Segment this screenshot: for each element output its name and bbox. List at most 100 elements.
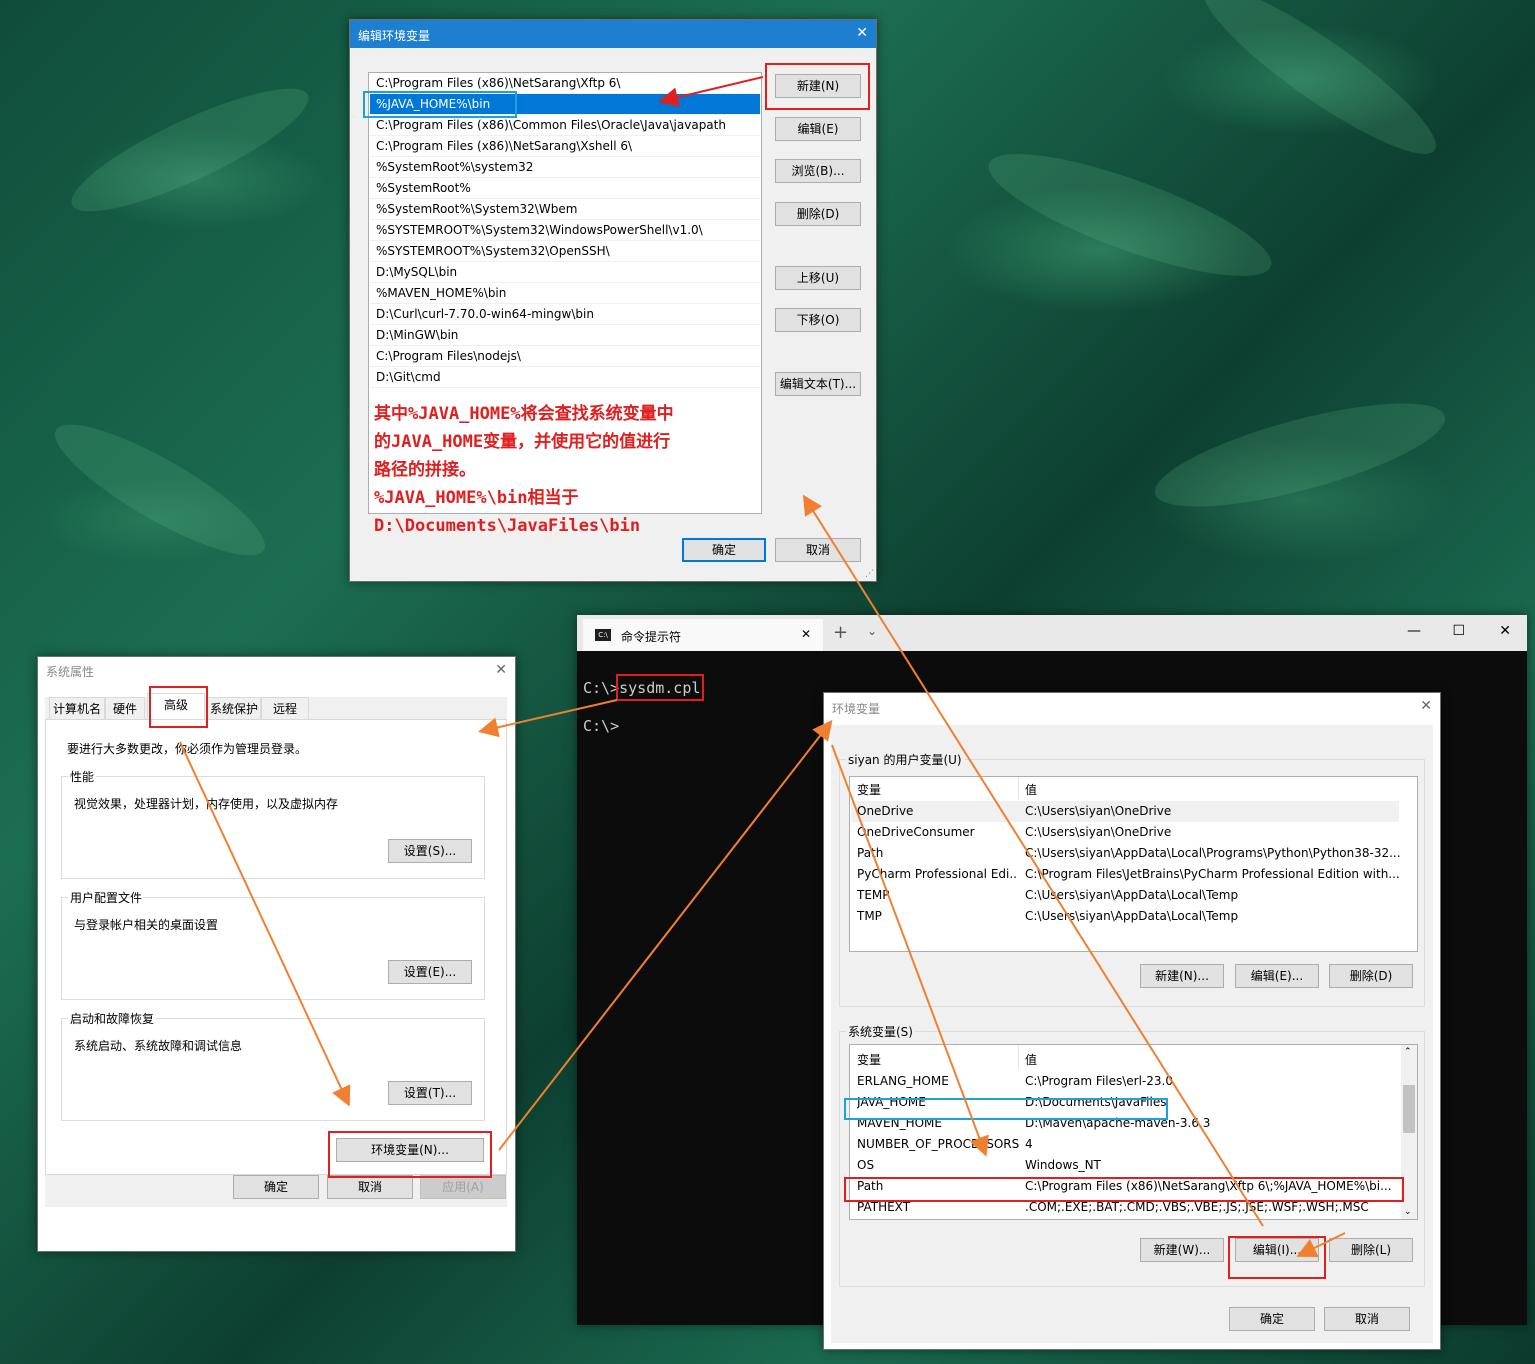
- edit-text-button[interactable]: 编辑文本(T)...: [775, 372, 861, 396]
- cancel-button[interactable]: 取消: [327, 1175, 413, 1199]
- variable-name: OneDrive: [857, 804, 914, 818]
- tab-system-protection[interactable]: 系统保护: [207, 697, 261, 719]
- user-profile-settings-button[interactable]: 设置(E)...: [388, 960, 472, 984]
- table-row[interactable]: OS Windows_NT: [851, 1155, 1399, 1176]
- path-list-item[interactable]: %SystemRoot%\system32: [370, 157, 760, 178]
- path-list-item[interactable]: %SystemRoot%\System32\Wbem: [370, 199, 760, 220]
- annotation-line-3: 路径的拼接。: [374, 460, 476, 480]
- variable-value: Windows_NT: [1025, 1158, 1101, 1172]
- move-up-button[interactable]: 上移(U): [775, 266, 861, 290]
- col-header-value[interactable]: 值: [1025, 781, 1037, 798]
- close-window-icon[interactable]: ✕: [1499, 623, 1511, 639]
- table-row[interactable]: ERLANG_HOME C:\Program Files\erl-23.0: [851, 1071, 1399, 1092]
- user-profile-group: 用户配置文件 与登录帐户相关的桌面设置 设置(E)...: [61, 889, 485, 1000]
- group-desc: 视觉效果，处理器计划，内存使用，以及虚拟内存: [74, 797, 339, 811]
- startup-settings-button[interactable]: 设置(T)...: [388, 1081, 472, 1105]
- scroll-thumb[interactable]: [1403, 1085, 1415, 1133]
- environment-variables-dialog: 环境变量 ✕ siyan 的用户变量(U) 变量 值 OneDrive C:\Us…: [823, 692, 1441, 1350]
- size-grip-icon[interactable]: ⋰: [865, 569, 874, 579]
- dropdown-chevron-icon[interactable]: ⌄: [867, 624, 877, 638]
- annotation-line-4: %JAVA_HOME%\bin相当于: [374, 488, 579, 508]
- variable-value: C:\Program Files\erl-23.0: [1025, 1074, 1173, 1088]
- path-list-item[interactable]: C:\Program Files\nodejs\: [370, 346, 760, 367]
- table-row[interactable]: OneDrive C:\Users\siyan\OneDrive: [851, 801, 1399, 822]
- cancel-button[interactable]: 取消: [775, 538, 861, 562]
- cancel-button[interactable]: 取消: [1324, 1307, 1410, 1331]
- path-list-item[interactable]: %SYSTEMROOT%\System32\WindowsPowerShell\…: [370, 220, 760, 241]
- titlebar: 编辑环境变量 ✕: [350, 20, 876, 48]
- terminal-titlebar: C:\ 命令提示符 ✕ + ⌄ — ☐ ✕: [577, 615, 1527, 651]
- ok-button[interactable]: 确定: [682, 538, 766, 562]
- user-delete-button[interactable]: 删除(D): [1329, 964, 1413, 988]
- terminal-tab[interactable]: C:\ 命令提示符 ✕: [583, 619, 823, 651]
- table-row[interactable]: OneDriveConsumer C:\Users\siyan\OneDrive: [851, 822, 1399, 843]
- admin-note: 要进行大多数更改，你必须作为管理员登录。: [67, 742, 308, 756]
- scroll-down-icon[interactable]: ⌄: [1404, 1207, 1412, 1217]
- path-list-item[interactable]: D:\MinGW\bin: [370, 325, 760, 346]
- apply-button[interactable]: 应用(A): [420, 1175, 506, 1199]
- java-home-bin-highlight: [363, 91, 517, 118]
- move-down-button[interactable]: 下移(O): [775, 308, 861, 332]
- path-list-item[interactable]: D:\MySQL\bin: [370, 262, 760, 283]
- col-header-variable[interactable]: 变量: [857, 781, 881, 798]
- path-list-item[interactable]: %MAVEN_HOME%\bin: [370, 283, 760, 304]
- close-icon[interactable]: ✕: [1420, 698, 1432, 714]
- system-delete-button[interactable]: 删除(L): [1329, 1238, 1413, 1262]
- variable-value: C:\Users\siyan\AppData\Local\Programs\Py…: [1025, 846, 1401, 860]
- variable-name: OneDriveConsumer: [857, 825, 975, 839]
- browse-button[interactable]: 浏览(B)...: [775, 159, 861, 183]
- performance-group: 性能 视觉效果，处理器计划，内存使用，以及虚拟内存 设置(S)...: [61, 768, 485, 879]
- performance-settings-button[interactable]: 设置(S)...: [388, 839, 472, 863]
- group-label: 用户配置文件: [68, 889, 145, 906]
- close-icon[interactable]: ✕: [495, 662, 507, 678]
- terminal-app-icon: C:\: [595, 629, 611, 641]
- advanced-tab-highlight: [149, 686, 208, 728]
- user-new-button[interactable]: 新建(N)...: [1140, 964, 1224, 988]
- variable-name: TMP: [857, 909, 882, 923]
- variable-value: C:\Users\siyan\OneDrive: [1025, 804, 1172, 818]
- tab-hardware[interactable]: 硬件: [105, 697, 145, 719]
- col-header-value[interactable]: 值: [1025, 1051, 1037, 1068]
- path-row-highlight: [844, 1177, 1404, 1202]
- group-label: 系统变量(S): [846, 1023, 915, 1040]
- ok-button[interactable]: 确定: [233, 1175, 319, 1199]
- table-row[interactable]: TMP C:\Users\siyan\AppData\Local\Temp: [851, 906, 1399, 927]
- table-row[interactable]: NUMBER_OF_PROCESSORS 4: [851, 1134, 1399, 1155]
- close-icon[interactable]: ✕: [856, 25, 868, 41]
- scroll-up-icon[interactable]: ⌃: [1404, 1047, 1412, 1057]
- ok-button[interactable]: 确定: [1229, 1307, 1315, 1331]
- path-list-item[interactable]: %SystemRoot%: [370, 178, 760, 199]
- header-divider: [1018, 1045, 1019, 1069]
- user-vars-group: siyan 的用户变量(U) 变量 值 OneDrive C:\Users\siy…: [839, 751, 1425, 1007]
- variable-name: NUMBER_OF_PROCESSORS: [857, 1137, 1020, 1151]
- table-row[interactable]: TEMP C:\Users\siyan\AppData\Local\Temp: [851, 885, 1399, 906]
- edit-button[interactable]: 编辑(E): [775, 117, 861, 141]
- dialog-title: 系统属性: [46, 665, 95, 679]
- col-header-variable[interactable]: 变量: [857, 1051, 881, 1068]
- user-vars-table[interactable]: 变量 值 OneDrive C:\Users\siyan\OneDrive OneD…: [849, 776, 1418, 952]
- path-list-item[interactable]: D:\Curl\curl-7.70.0-win64-mingw\bin: [370, 304, 760, 325]
- system-vars-group: 系统变量(S) 变量 值 ERLANG_HOME C:\Program Files…: [839, 1023, 1425, 1287]
- path-list-item[interactable]: %SYSTEMROOT%\System32\OpenSSH\: [370, 241, 760, 262]
- variable-name: PyCharm Professional Edi...: [857, 867, 1017, 881]
- delete-button[interactable]: 删除(D): [775, 202, 861, 226]
- user-edit-button[interactable]: 编辑(E)...: [1235, 964, 1319, 988]
- variable-name: PATHEXT: [857, 1200, 911, 1214]
- minimize-icon[interactable]: —: [1407, 623, 1421, 639]
- startup-recovery-group: 启动和故障恢复 系统启动、系统故障和调试信息 设置(T)...: [61, 1010, 485, 1121]
- system-new-button[interactable]: 新建(W)...: [1140, 1238, 1224, 1262]
- tab-computer-name[interactable]: 计算机名: [49, 697, 105, 719]
- table-row[interactable]: Path C:\Users\siyan\AppData\Local\Program…: [851, 843, 1401, 864]
- tab-remote[interactable]: 远程: [261, 697, 309, 719]
- new-tab-icon[interactable]: +: [833, 622, 848, 643]
- terminal-line-2: C:\>: [583, 717, 620, 735]
- path-list-item[interactable]: C:\Program Files (x86)\NetSarang\Xshell …: [370, 136, 760, 157]
- maximize-icon[interactable]: ☐: [1452, 623, 1465, 639]
- variable-value: .COM;.EXE;.BAT;.CMD;.VBS;.VBE;.JS;.JSE;.…: [1025, 1200, 1369, 1214]
- group-desc: 系统启动、系统故障和调试信息: [74, 1039, 243, 1053]
- path-list-item[interactable]: C:\Program Files (x86)\Common Files\Orac…: [370, 115, 760, 136]
- path-list-item[interactable]: D:\Git\cmd: [370, 367, 760, 388]
- tab-close-icon[interactable]: ✕: [801, 627, 811, 641]
- table-row[interactable]: PyCharm Professional Edi... C:\Program Fi…: [851, 864, 1400, 885]
- variable-value: C:\Users\siyan\OneDrive: [1025, 825, 1172, 839]
